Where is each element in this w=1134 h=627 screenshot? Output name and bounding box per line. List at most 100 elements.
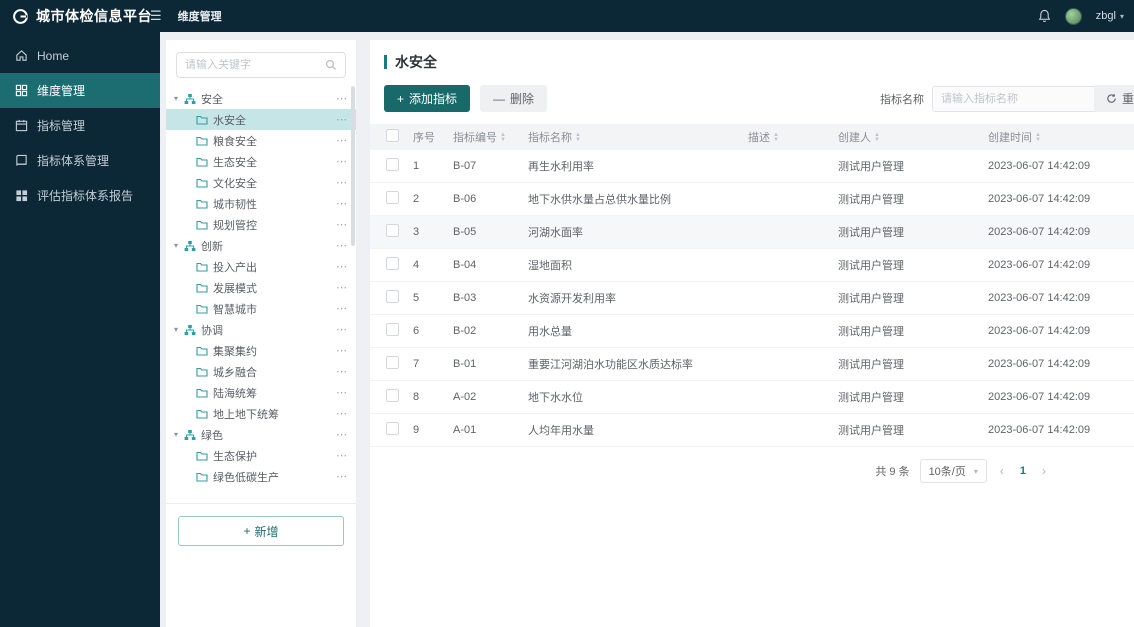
more-actions-icon[interactable]: ⋯: [336, 176, 348, 189]
sort-icon[interactable]: ▲ ▼: [500, 132, 506, 143]
add-dimension-button[interactable]: + 新增: [178, 516, 344, 546]
tree-node-child[interactable]: 发展模式 ⋯: [166, 277, 356, 298]
table-row[interactable]: 8 A-02 地下水水位 测试用户管理 2023-06-07 14:42:09: [370, 381, 1134, 414]
sort-icon[interactable]: ▲ ▼: [1035, 132, 1041, 143]
col-header-desc[interactable]: 描述 ▲ ▼: [748, 129, 838, 145]
row-checkbox[interactable]: [386, 389, 399, 402]
caret-down-icon[interactable]: ▾: [174, 325, 184, 334]
tree-node-child[interactable]: 水安全 ⋯: [166, 109, 356, 130]
more-actions-icon[interactable]: ⋯: [336, 323, 348, 336]
table-row[interactable]: 6 B-02 用水总量 测试用户管理 2023-06-07 14:42:09: [370, 315, 1134, 348]
tree-node-child[interactable]: 生态安全 ⋯: [166, 151, 356, 172]
tree-node-child[interactable]: 生态保护 ⋯: [166, 445, 356, 466]
table-row[interactable]: 2 B-06 地下水供水量占总供水量比例 测试用户管理 2023-06-07 1…: [370, 183, 1134, 216]
tree-node-child[interactable]: 粮食安全 ⋯: [166, 130, 356, 151]
more-actions-icon[interactable]: ⋯: [336, 113, 348, 126]
more-actions-icon[interactable]: ⋯: [336, 407, 348, 420]
tree-node-child[interactable]: 城乡融合 ⋯: [166, 361, 356, 382]
row-checkbox[interactable]: [386, 290, 399, 303]
indicator-name-input[interactable]: [932, 85, 1120, 112]
tree-node-child[interactable]: 智慧城市 ⋯: [166, 298, 356, 319]
table-row[interactable]: 1 B-07 再生水利用率 测试用户管理 2023-06-07 14:42:09: [370, 150, 1134, 183]
caret-down-icon[interactable]: ▾: [174, 430, 184, 439]
sort-icon[interactable]: ▲ ▼: [773, 132, 779, 143]
caret-down-icon[interactable]: ▾: [174, 241, 184, 250]
tree-scrollbar[interactable]: [351, 86, 355, 246]
more-actions-icon[interactable]: ⋯: [336, 239, 348, 252]
sidebar-item-report[interactable]: 评估指标体系报告: [0, 178, 160, 213]
tree-node-child[interactable]: 城市韧性 ⋯: [166, 193, 356, 214]
delete-button[interactable]: — 删除: [480, 85, 548, 112]
more-actions-icon[interactable]: ⋯: [336, 428, 348, 441]
more-actions-icon[interactable]: ⋯: [336, 344, 348, 357]
sidebar-item-indicator-system-mgmt[interactable]: 指标体系管理: [0, 143, 160, 178]
tree-node-parent[interactable]: ▾ 创新 ⋯: [166, 235, 356, 256]
more-actions-icon[interactable]: ⋯: [336, 365, 348, 378]
col-header-created[interactable]: 创建时间 ▲ ▼: [988, 129, 1134, 145]
menu-toggle-icon[interactable]: ☰: [150, 8, 162, 24]
folder-icon: [196, 177, 208, 189]
table-row[interactable]: 9 A-01 人均年用水量 测试用户管理 2023-06-07 14:42:09: [370, 414, 1134, 447]
add-indicator-button[interactable]: + 添加指标: [384, 85, 471, 112]
page-number-1[interactable]: 1: [1017, 465, 1029, 477]
sidebar-item-home[interactable]: Home: [0, 38, 160, 73]
more-actions-icon[interactable]: ⋯: [336, 386, 348, 399]
tree-node-child[interactable]: 地上地下统筹 ⋯: [166, 403, 356, 424]
tree-node-child[interactable]: 陆海统筹 ⋯: [166, 382, 356, 403]
sort-icon[interactable]: ▲ ▼: [874, 132, 880, 143]
row-checkbox[interactable]: [386, 158, 399, 171]
tree-node-parent[interactable]: ▾ 绿色 ⋯: [166, 424, 356, 445]
sidebar-item-dimension-mgmt[interactable]: 维度管理: [0, 73, 160, 108]
tree-node-child[interactable]: 集聚集约 ⋯: [166, 340, 356, 361]
table-row[interactable]: 3 B-05 河湖水面率 测试用户管理 2023-06-07 14:42:09: [370, 216, 1134, 249]
tree-node-parent[interactable]: ▾ 安全 ⋯: [166, 88, 356, 109]
table-row[interactable]: 4 B-04 湿地面积 测试用户管理 2023-06-07 14:42:09: [370, 249, 1134, 282]
row-checkbox[interactable]: [386, 422, 399, 435]
folder-icon: [196, 219, 208, 231]
tree-node-child[interactable]: 投入产出 ⋯: [166, 256, 356, 277]
more-actions-icon[interactable]: ⋯: [336, 92, 348, 105]
sort-icon[interactable]: ▲ ▼: [575, 132, 581, 143]
more-actions-icon[interactable]: ⋯: [336, 197, 348, 210]
prev-page-button[interactable]: ‹: [997, 464, 1007, 478]
more-actions-icon[interactable]: ⋯: [336, 449, 348, 462]
folder-icon: [196, 303, 208, 315]
row-checkbox[interactable]: [386, 257, 399, 270]
more-actions-icon[interactable]: ⋯: [336, 281, 348, 294]
col-header-creator[interactable]: 创建人 ▲ ▼: [838, 129, 988, 145]
col-header-name[interactable]: 指标名称 ▲ ▼: [528, 129, 748, 145]
tree-node-child[interactable]: 绿色低碳生产 ⋯: [166, 466, 356, 487]
more-actions-icon[interactable]: ⋯: [336, 260, 348, 273]
row-checkbox[interactable]: [386, 323, 399, 336]
tree-node-parent[interactable]: ▾ 协调 ⋯: [166, 319, 356, 340]
more-actions-icon[interactable]: ⋯: [336, 470, 348, 483]
next-page-button[interactable]: ›: [1039, 464, 1049, 478]
row-checkbox-cell: [370, 356, 413, 372]
cell-code: B-01: [453, 358, 477, 370]
more-actions-icon[interactable]: ⋯: [336, 302, 348, 315]
cell-code: B-07: [453, 160, 477, 172]
sidebar-item-label: 指标管理: [37, 119, 86, 133]
more-actions-icon[interactable]: ⋯: [336, 155, 348, 168]
reset-button[interactable]: 重置: [1094, 85, 1134, 112]
more-actions-icon[interactable]: ⋯: [336, 134, 348, 147]
row-checkbox[interactable]: [386, 356, 399, 369]
row-checkbox[interactable]: [386, 224, 399, 237]
caret-down-icon[interactable]: ▾: [174, 94, 184, 103]
reset-label: 重置: [1122, 92, 1134, 106]
table-row[interactable]: 5 B-03 水资源开发利用率 测试用户管理 2023-06-07 14:42:…: [370, 282, 1134, 315]
row-checkbox[interactable]: [386, 191, 399, 204]
tree-node-child[interactable]: 文化安全 ⋯: [166, 172, 356, 193]
tree-search-input[interactable]: [185, 59, 325, 71]
user-menu[interactable]: zbgl ▾: [1096, 10, 1124, 22]
avatar[interactable]: [1064, 7, 1082, 25]
tree-node-child[interactable]: 规划管控 ⋯: [166, 214, 356, 235]
page-size-select[interactable]: 10条/页 ▾: [919, 459, 987, 483]
select-all-checkbox[interactable]: [386, 129, 399, 142]
table-row[interactable]: 7 B-01 重要江河湖泊水功能区水质达标率 测试用户管理 2023-06-07…: [370, 348, 1134, 381]
add-dimension-label: 新增: [254, 524, 279, 539]
more-actions-icon[interactable]: ⋯: [336, 218, 348, 231]
sidebar-item-indicator-mgmt[interactable]: 指标管理: [0, 108, 160, 143]
bell-icon[interactable]: [1038, 9, 1051, 23]
col-header-code[interactable]: 指标编号 ▲ ▼: [453, 129, 528, 145]
